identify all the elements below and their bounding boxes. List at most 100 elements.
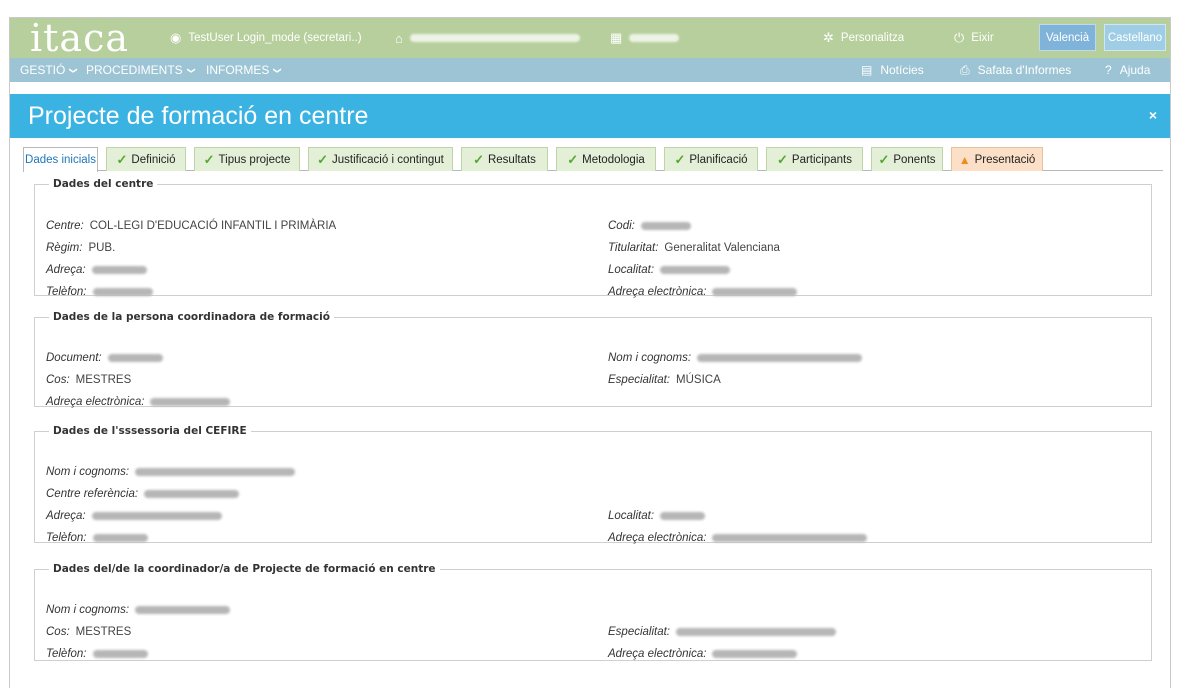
redacted-value — [150, 398, 231, 406]
field-cos: Cos: MESTRES — [46, 374, 132, 386]
field-centre-referencia: Centre referència: — [46, 486, 240, 502]
warning-icon: ▲ — [958, 152, 971, 167]
redacted-value — [640, 222, 691, 230]
check-icon: ✓ — [473, 151, 484, 167]
news-icon: ▤ — [861, 63, 873, 77]
redacted-value — [92, 534, 148, 542]
reports-tray-button[interactable]: ⎙ Safata d'Informes — [960, 58, 1071, 82]
user-info[interactable]: ◉ TestUser Login_mode (secretari..) — [170, 29, 362, 47]
printer-icon: ⎙ — [960, 62, 970, 77]
power-icon: ⏻ — [954, 30, 965, 45]
redacted-value — [91, 266, 147, 274]
tab-justificacio[interactable]: ✓ Justificació i contingut — [308, 147, 453, 171]
personalize-button[interactable]: ✲ Personalitza — [823, 29, 904, 47]
field-telefon: Telèfon: — [46, 646, 148, 662]
field-codi: Codi: — [608, 218, 691, 234]
lang-valencia-button[interactable]: Valencià — [1039, 24, 1096, 51]
field-email: Adreça electrònica: — [46, 394, 231, 410]
field-localitat: Localitat: — [608, 262, 731, 278]
redacted-value — [107, 354, 163, 362]
menu-procediments[interactable]: PROCEDIMENTS ❯ — [86, 58, 195, 82]
field-especialitat: Especialitat: — [608, 624, 837, 640]
field-adreca: Adreça: — [46, 508, 222, 524]
tab-planificacio[interactable]: ✓ Planificació — [664, 147, 758, 171]
lang-castellano-button[interactable]: Castellano — [1104, 24, 1166, 51]
menu-gestio[interactable]: GESTIÓ ❯ — [20, 58, 78, 82]
redacted-value — [712, 288, 798, 296]
section-dades-centre: Dades del centre Centre: COL-LEGI D'EDUCA… — [34, 178, 1152, 298]
news-button[interactable]: ▤ Notícies — [861, 58, 924, 82]
redacted-value — [676, 628, 837, 636]
section-coordinador-projecte: Dades del/de la coordinador/a de Project… — [34, 563, 1152, 661]
redacted-value — [144, 490, 240, 498]
section-assessoria: Dades de l'sssessoria del CEFIRE Nom i c… — [34, 425, 1152, 546]
top-header: itaca ◉ TestUser Login_mode (secretari..… — [10, 18, 1170, 58]
redacted-value — [92, 288, 153, 296]
field-regim: Règim: PUB. — [46, 242, 116, 254]
check-icon: ✓ — [674, 151, 686, 167]
user-icon: ◉ — [170, 30, 182, 45]
help-button[interactable]: ? Ajuda — [1105, 58, 1150, 82]
centre-name-redacted — [409, 34, 580, 42]
section-title: Dades del centre — [53, 178, 154, 190]
check-icon: ✓ — [567, 151, 579, 167]
redacted-value — [135, 468, 296, 476]
help-icon: ? — [1105, 63, 1112, 77]
gear-icon: ✲ — [823, 30, 834, 45]
academic-year[interactable]: ▦ — [610, 29, 680, 47]
check-icon: ✓ — [878, 151, 890, 167]
tab-resultats[interactable]: ✓ Resultats — [461, 147, 548, 171]
main-menu: GESTIÓ ❯ PROCEDIMENTS ❯ INFORMES ❯ ▤ Notíci… — [10, 58, 1170, 82]
close-icon[interactable]: × — [1149, 107, 1157, 123]
personalize-label: Personalitza — [840, 32, 905, 44]
field-email: Adreça electrònica: — [608, 284, 798, 300]
section-title: Dades del/de la coordinador/a de Project… — [53, 563, 436, 575]
check-icon: ✓ — [116, 151, 128, 167]
field-centre: Centre: COL-LEGI D'EDUCACIÓ INFANTIL I PR… — [46, 220, 337, 232]
chevron-down-icon: ❯ — [273, 66, 282, 74]
field-nom: Nom i cognoms: — [46, 602, 231, 618]
tab-definicio[interactable]: ✓ Definició — [106, 147, 186, 171]
field-localitat: Localitat: — [608, 508, 706, 524]
tab-tipus-projecte[interactable]: ✓ Tipus projecte — [194, 147, 300, 171]
tab-dades-inicials[interactable]: Dades inicials — [23, 147, 98, 172]
redacted-value — [660, 512, 706, 520]
page-title-bar: Projecte de formació en centre × — [10, 94, 1170, 138]
field-cos: Cos: MESTRES — [46, 626, 132, 638]
tab-participants[interactable]: ✓ Participants — [766, 147, 863, 171]
field-especialitat: Especialitat: MÚSICA — [608, 374, 721, 386]
redacted-value — [712, 534, 868, 542]
tab-bar: Dades inicials ✓ Definició ✓ Tipus project… — [23, 147, 1163, 172]
check-icon: ✓ — [203, 151, 215, 167]
section-title: Dades de l'sssessoria del CEFIRE — [53, 425, 247, 437]
field-telefon: Telèfon: — [46, 284, 153, 300]
redacted-value — [91, 512, 222, 520]
itaca-logo[interactable]: itaca — [30, 18, 129, 58]
tab-content: Dades del centre Centre: COL-LEGI D'EDUCA… — [23, 172, 1163, 688]
tab-metodologia[interactable]: ✓ Metodologia — [556, 147, 656, 171]
redacted-value — [135, 606, 231, 614]
field-telefon: Telèfon: — [46, 530, 148, 546]
year-redacted — [629, 34, 680, 42]
menu-informes[interactable]: INFORMES ❯ — [206, 58, 282, 82]
user-name: TestUser Login_mode (secretari..) — [188, 32, 362, 44]
calendar-icon: ▦ — [610, 30, 623, 45]
tab-presentacio[interactable]: ▲ Presentació — [951, 147, 1043, 171]
centre-info[interactable]: ⌂ — [395, 29, 580, 47]
section-coordinadora: Dades de la persona coordinadora de form… — [34, 311, 1152, 410]
redacted-value — [92, 650, 148, 658]
exit-button[interactable]: ⏻ Eixir — [954, 29, 994, 47]
building-icon: ⌂ — [395, 30, 403, 46]
chevron-down-icon: ❯ — [186, 66, 196, 74]
field-titularitat: Titularitat: Generalitat Valenciana — [608, 242, 780, 254]
check-icon: ✓ — [777, 151, 788, 167]
tab-ponents[interactable]: ✓ Ponents — [871, 147, 943, 171]
page-title: Projecte de formació en centre — [28, 102, 369, 130]
redacted-value — [712, 650, 798, 658]
field-document: Document: — [46, 350, 163, 366]
field-nom: Nom i cognoms: — [46, 464, 296, 480]
field-adreca: Adreça: — [46, 262, 147, 278]
field-email: Adreça electrònica: — [608, 530, 868, 546]
check-icon: ✓ — [317, 151, 329, 167]
app-window: itaca ◉ TestUser Login_mode (secretari..… — [9, 17, 1171, 688]
